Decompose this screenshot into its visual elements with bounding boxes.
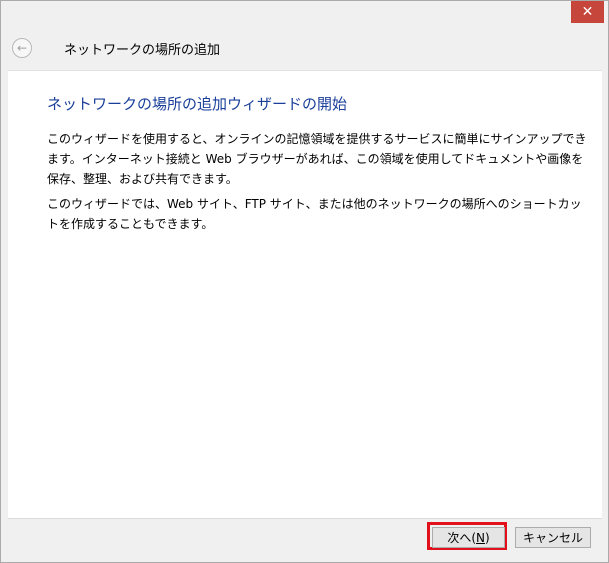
page-title: ネットワークの場所の追加 bbox=[64, 43, 221, 58]
close-icon: ✕ bbox=[581, 4, 594, 20]
next-button-accesskey: N bbox=[476, 530, 485, 545]
back-button[interactable]: ← bbox=[12, 38, 32, 58]
back-arrow-icon: ← bbox=[16, 41, 28, 55]
close-button[interactable]: ✕ bbox=[571, 1, 604, 23]
wizard-content: ネットワークの場所の追加ウィザードの開始 このウィザードを使用すると、オンライン… bbox=[8, 70, 602, 518]
cancel-button[interactable]: キャンセル bbox=[515, 527, 591, 548]
description-paragraph-2: このウィザードでは、Web サイト、FTP サイト、または他のネットワークの場所… bbox=[47, 197, 582, 231]
wizard-heading: ネットワークの場所の追加ウィザードの開始 bbox=[47, 95, 348, 113]
wizard-window: ✕ ← ネットワークの場所の追加 ネットワークの場所の追加ウィザードの開始 この… bbox=[0, 0, 609, 563]
next-button[interactable]: 次へ(N) bbox=[432, 527, 505, 548]
wizard-header: ← ネットワークの場所の追加 bbox=[1, 27, 608, 69]
next-button-label-end: ) bbox=[484, 530, 490, 545]
description-paragraph-1: このウィザードを使用すると、オンラインの記憶領域を提供するサービスに簡単にサイン… bbox=[47, 132, 587, 186]
wizard-footer: 次へ(N) キャンセル bbox=[8, 518, 602, 561]
next-button-label: 次へ( bbox=[447, 531, 476, 545]
